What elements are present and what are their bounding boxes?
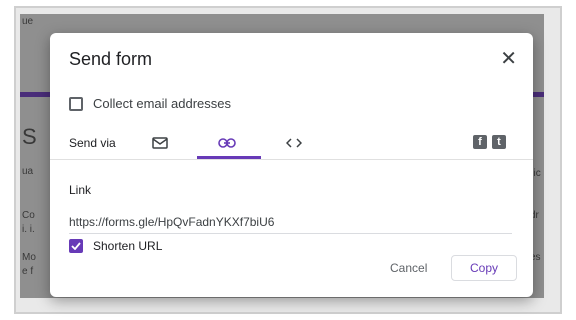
- shorten-url-row[interactable]: Shorten URL: [69, 239, 162, 253]
- close-icon[interactable]: ✕: [500, 46, 517, 71]
- send-via-row: Send via f t: [50, 128, 533, 159]
- collect-emails-label: Collect email addresses: [93, 96, 232, 111]
- link-url-field[interactable]: https://forms.gle/HpQvFadnYKXf7biU6: [69, 215, 512, 234]
- background-heading: S: [22, 124, 37, 149]
- background-text: ua: [22, 166, 34, 177]
- send-form-dialog: Send form ✕ Collect email addresses Send…: [50, 33, 533, 297]
- background-text: Mo: [22, 252, 36, 263]
- cancel-button[interactable]: Cancel: [390, 261, 427, 275]
- background-text: i. i.: [22, 224, 35, 235]
- shorten-url-label: Shorten URL: [93, 239, 163, 253]
- background-text: e f: [22, 266, 34, 277]
- code-icon: [286, 138, 302, 148]
- mail-icon: [152, 137, 168, 149]
- shorten-url-checkbox[interactable]: [69, 239, 83, 253]
- dialog-title: Send form: [69, 49, 153, 69]
- background-text: ue: [22, 16, 34, 27]
- collect-emails-row[interactable]: Collect email addresses: [69, 96, 231, 111]
- link-icon: [218, 138, 236, 148]
- section-divider: [50, 159, 533, 160]
- tab-link[interactable]: [195, 128, 259, 158]
- background-text: Co: [22, 210, 35, 221]
- tab-email[interactable]: [128, 128, 192, 158]
- twitter-icon[interactable]: t: [492, 135, 506, 149]
- send-via-label: Send via: [69, 136, 116, 150]
- collect-emails-checkbox[interactable]: [69, 96, 83, 111]
- copy-button[interactable]: Copy: [451, 255, 517, 281]
- checkmark-icon: [71, 242, 81, 250]
- tab-embed[interactable]: [262, 128, 326, 158]
- link-section-label: Link: [69, 183, 92, 197]
- facebook-icon[interactable]: f: [473, 135, 487, 149]
